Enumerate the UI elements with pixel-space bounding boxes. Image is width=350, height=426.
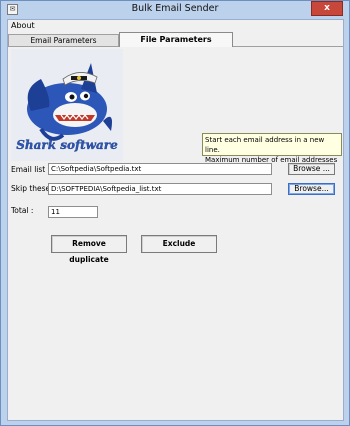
title-bar[interactable]: ✉ Bulk Email Sender x xyxy=(1,1,349,19)
email-list-label: Email list : xyxy=(11,165,51,174)
remove-duplicate-button[interactable]: Remove duplicate xyxy=(51,235,127,264)
menu-item-about[interactable]: About xyxy=(11,21,35,30)
total-field[interactable]: 11 xyxy=(48,206,98,218)
shark-software-logo: Shark software xyxy=(11,49,123,161)
menu-bar: About xyxy=(8,20,343,32)
svg-text:Shark software: Shark software xyxy=(16,138,118,152)
file-parameters-panel: Shark software Start each email address … xyxy=(8,46,343,420)
total-label: Total : xyxy=(11,206,34,215)
window-title: Bulk Email Sender xyxy=(131,3,219,14)
tip-line-1: Start each email address in a new line. xyxy=(205,136,325,154)
close-button[interactable]: x xyxy=(311,1,343,16)
email-list-browse-button[interactable]: Browse ... xyxy=(288,163,335,175)
email-list-field[interactable]: C:\Softpedia\Softpedia.txt xyxy=(48,163,272,175)
tab-email-parameters[interactable]: Email Parameters xyxy=(8,34,119,46)
tab-file-parameters[interactable]: File Parameters xyxy=(119,32,233,47)
exclude-button[interactable]: Exclude xyxy=(141,235,217,253)
tip-box: Start each email address in a new line. … xyxy=(202,133,342,174)
client-area: About Email Parameters File Parameters S… xyxy=(7,19,344,421)
app-window: ✉ Bulk Email Sender x About Email Parame… xyxy=(0,0,350,426)
skip-these-field[interactable]: D:\SOFTPEDIA\Softpedia_list.txt xyxy=(48,183,272,195)
skip-these-browse-button[interactable]: Browse... xyxy=(288,183,335,195)
